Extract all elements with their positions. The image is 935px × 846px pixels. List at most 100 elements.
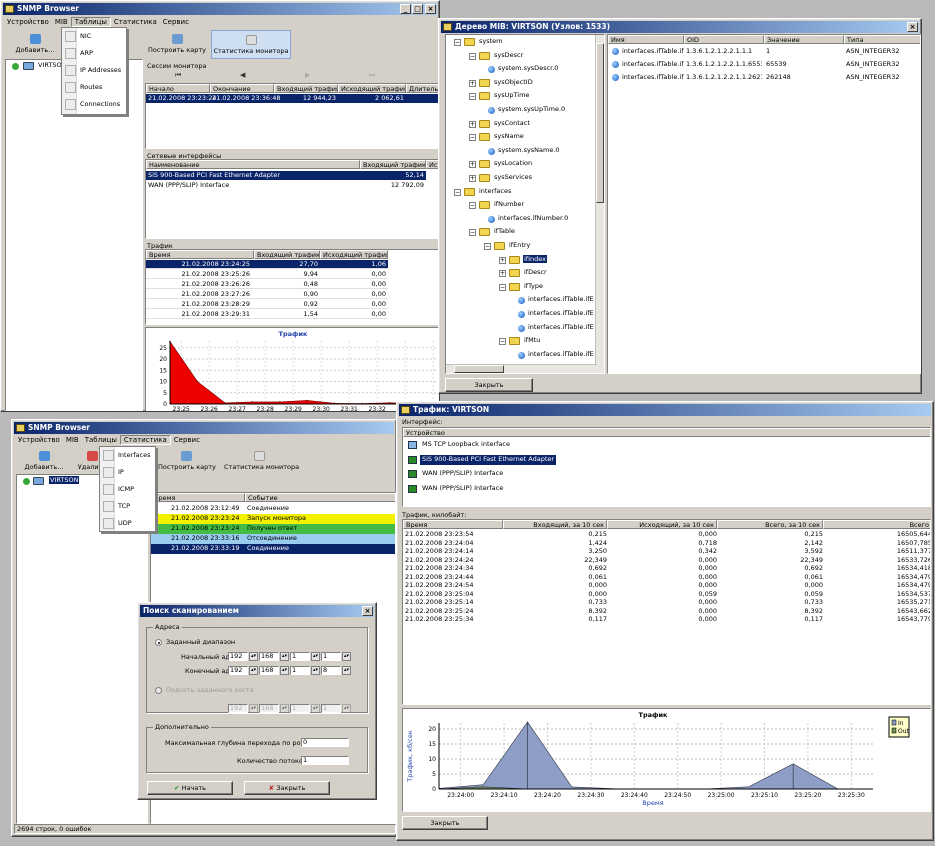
nav-next-icon[interactable]: ▶ xyxy=(305,71,310,79)
mib-node[interactable]: interfaces xyxy=(478,187,512,195)
end_ip-octet-2[interactable]: 168 xyxy=(259,666,279,675)
menu-stats[interactable]: Статистика xyxy=(111,18,160,26)
mib-node[interactable]: sysServices xyxy=(493,173,533,181)
end_ip-octet-4[interactable]: 8 xyxy=(321,666,341,675)
window-titlebar[interactable]: Трафик: VIRTSON xyxy=(399,404,931,416)
octet-spin-icon[interactable]: ▴▾ xyxy=(342,704,351,713)
collapse-icon[interactable]: − xyxy=(499,338,506,346)
sub_ip-octet-1[interactable]: 192 xyxy=(228,704,248,713)
menu-item-ip[interactable]: IP xyxy=(100,464,155,481)
octet-spin-icon[interactable]: ▴▾ xyxy=(342,652,351,661)
table-row[interactable]: WAN (PPP/SLIP) Interface 12 792,09 xyxy=(146,181,426,190)
menu-tables[interactable]: Таблицы xyxy=(82,436,120,444)
collapse-icon[interactable]: − xyxy=(469,134,476,142)
row-type[interactable]: ASN_INTEGER32 xyxy=(846,73,899,82)
mib-leaf[interactable]: interfaces.ifTable.ifE xyxy=(528,350,594,358)
start_ip-octet-3[interactable]: 1 xyxy=(290,652,310,661)
mib-node[interactable]: ifMtu xyxy=(523,336,541,344)
traffic-table[interactable]: Время Входящий трафик, кб Исходящий траф… xyxy=(145,249,439,325)
monitor-stats-button[interactable]: Статистика монитора xyxy=(211,30,291,59)
sub_ip-octet-2[interactable]: 168 xyxy=(259,704,279,713)
octet-spin-icon[interactable]: ▴▾ xyxy=(249,704,258,713)
octet-spin-icon[interactable]: ▴▾ xyxy=(311,666,320,675)
build-map-button[interactable]: Построить карту xyxy=(147,34,207,54)
menu-item-nic[interactable]: NIC xyxy=(62,28,126,45)
mib-leaf[interactable]: interfaces.ifNumber.0 xyxy=(498,214,568,222)
table-row[interactable]: 21.02.2008 23:25:34 0,117 0,000 0,117 16543,… xyxy=(403,615,930,624)
subnet-radio[interactable] xyxy=(155,687,162,694)
menu-item-icmp[interactable]: ICMP xyxy=(100,481,155,498)
menu-stats[interactable]: Статистика xyxy=(119,435,171,445)
col-header-time[interactable]: Время xyxy=(146,250,254,259)
table-row[interactable]: 21.02.2008 23:28:29 0,92 0,00 xyxy=(146,300,388,309)
end_ip-octet-3[interactable]: 1 xyxy=(290,666,310,675)
close-button[interactable]: × xyxy=(907,22,918,32)
mib-node[interactable]: ifTable xyxy=(493,227,516,235)
mib-node[interactable]: sysName xyxy=(493,132,525,140)
col-header-time[interactable]: Время xyxy=(151,493,245,502)
menu-service[interactable]: Сервис xyxy=(171,436,203,444)
nav-last-icon[interactable]: ⏭ xyxy=(369,71,375,80)
window-titlebar[interactable]: SNMP Browser _ □ × xyxy=(3,3,437,15)
start-button[interactable]: ✔ Начать xyxy=(147,781,233,795)
maximize-button[interactable]: □ xyxy=(412,4,423,14)
depth-input[interactable]: 0 xyxy=(301,738,349,747)
interface-list[interactable]: Устройство MS TCP Loopback interface SiS … xyxy=(402,427,931,507)
window-titlebar[interactable]: SNMP Browser xyxy=(14,422,394,434)
start_ip-octet-4[interactable]: 1 xyxy=(321,652,341,661)
sub_ip-octet-3[interactable]: 1 xyxy=(290,704,310,713)
table-row[interactable]: 21.02.2008 23:33:16 Отсоединение xyxy=(151,534,395,544)
col-header-start[interactable]: Начало xyxy=(146,84,210,93)
menu-service[interactable]: Сервис xyxy=(160,18,192,26)
end_ip-octet-1[interactable]: 192 xyxy=(228,666,248,675)
collapse-icon[interactable]: − xyxy=(454,188,461,196)
menu-item-ip-addresses[interactable]: IP Addresses xyxy=(62,62,126,79)
row-type[interactable]: ASN_INTEGER32 xyxy=(846,47,899,56)
mib-node[interactable]: ifDescr xyxy=(523,268,548,276)
row-type[interactable]: ASN_INTEGER32 xyxy=(846,60,899,69)
mib-node[interactable]: ifEntry xyxy=(508,241,531,249)
nav-first-icon[interactable]: ⏮ xyxy=(175,71,181,80)
col-header-type[interactable]: Типа xyxy=(844,35,920,44)
close-button[interactable]: × xyxy=(425,4,436,14)
vertical-scrollbar[interactable] xyxy=(595,35,604,373)
table-row[interactable]: 21.02.2008 23:23:24 Запуск монитора xyxy=(151,514,395,524)
col-header-value[interactable]: Значение xyxy=(764,35,844,44)
row-value[interactable]: 65539 xyxy=(766,60,787,69)
range-radio[interactable] xyxy=(155,639,162,646)
octet-spin-icon[interactable]: ▴▾ xyxy=(311,704,320,713)
table-row[interactable]: 21.02.2008 23:24:25 27,70 1,06 xyxy=(146,260,388,269)
close-button[interactable]: × xyxy=(362,606,373,616)
col-header-total[interactable]: Всего xyxy=(823,520,930,529)
octet-spin-icon[interactable]: ▴▾ xyxy=(280,666,289,675)
collapse-icon[interactable]: − xyxy=(469,52,476,60)
monitor-stats-button[interactable]: Статистика монитора xyxy=(224,451,299,471)
close-button[interactable]: Закрыть xyxy=(402,816,488,830)
col-header-out[interactable]: Исходящий трафик, кб xyxy=(320,250,388,259)
col-header-event[interactable]: Событие xyxy=(245,493,395,502)
col-header-in[interactable]: Входящий трафик, кб xyxy=(274,84,338,93)
scrollbar-thumb[interactable] xyxy=(596,43,604,203)
mib-node[interactable]: sysLocation xyxy=(493,159,533,167)
mib-tree[interactable]: − system − sysDescr system.sysDescr.0 + sysObj… xyxy=(445,34,605,374)
menu-item-udp[interactable]: UDP xyxy=(100,515,155,532)
table-row[interactable]: 21.02.2008 23:23:24 Получен ответ xyxy=(151,524,395,534)
table-row[interactable]: 21.02.2008 23:12:49 Соединение xyxy=(151,504,395,514)
menu-mib[interactable]: MIB xyxy=(52,18,71,26)
nav-prev-icon[interactable]: ◀ xyxy=(240,71,245,79)
sessions-table[interactable]: Начало Окончание Входящий трафик, кб Исх… xyxy=(145,83,439,149)
mib-leaf[interactable]: system.sysDescr.0 xyxy=(498,64,558,72)
menu-item-arp[interactable]: ARP xyxy=(62,45,126,62)
start_ip-octet-1[interactable]: 192 xyxy=(228,652,248,661)
collapse-icon[interactable]: − xyxy=(469,93,476,101)
col-header-device[interactable]: Устройство xyxy=(403,428,930,437)
table-row[interactable]: 21.02.2008 23:26:26 0,48 0,00 xyxy=(146,280,388,289)
col-header-name[interactable]: Наименование xyxy=(146,160,360,169)
interfaces-table[interactable]: Наименование Входящий трафик, кб Исх SiS… xyxy=(145,159,439,239)
expand-icon[interactable]: + xyxy=(469,79,476,87)
octet-spin-icon[interactable]: ▴▾ xyxy=(249,666,258,675)
octet-spin-icon[interactable]: ▴▾ xyxy=(311,652,320,661)
build-map-button[interactable]: Построить карту xyxy=(158,451,216,471)
menu-device[interactable]: Устройство xyxy=(15,436,63,444)
mib-node[interactable]: sysDescr xyxy=(493,51,524,59)
